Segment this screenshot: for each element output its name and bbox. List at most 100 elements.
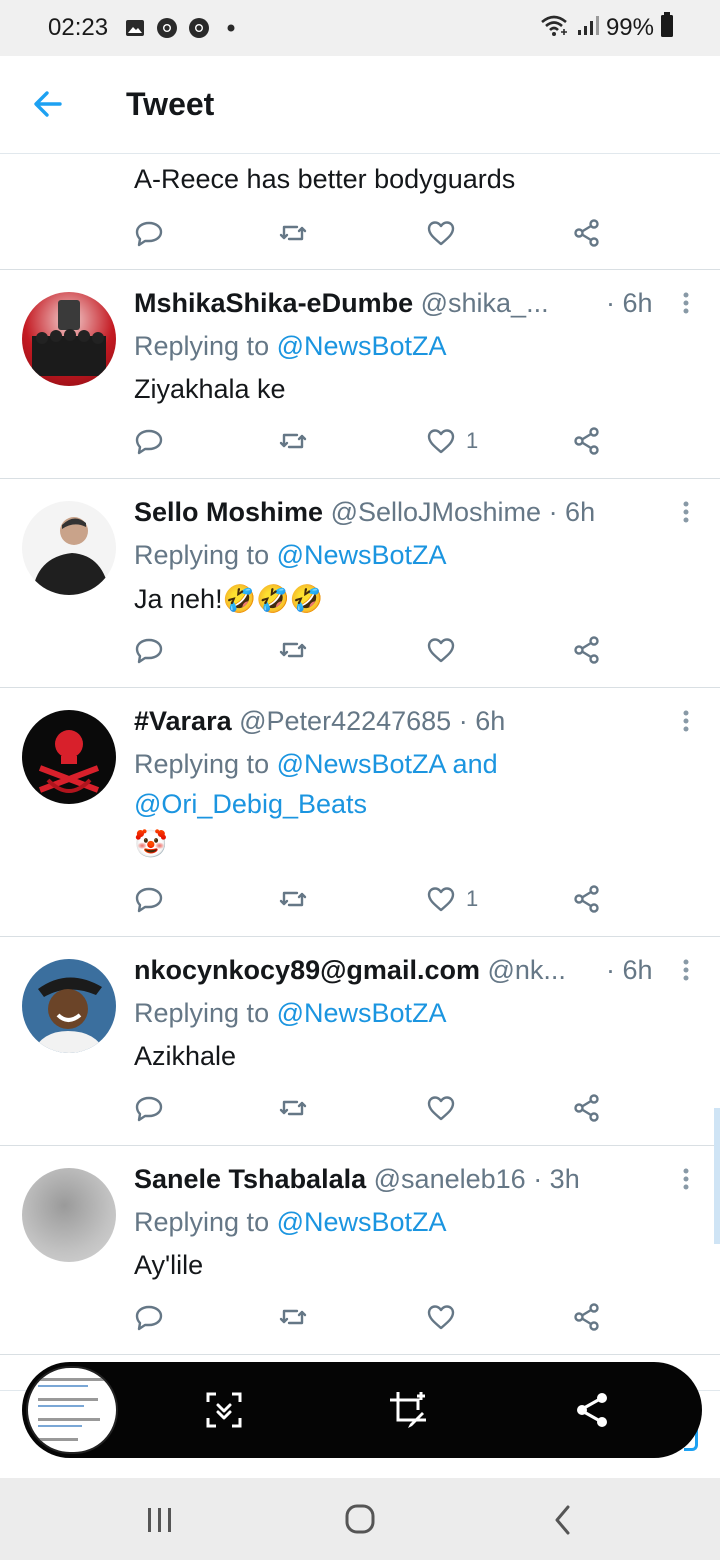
avatar[interactable] [22, 1168, 116, 1262]
reply-button[interactable] [134, 218, 164, 248]
author-handle[interactable]: @shika_... [421, 288, 549, 318]
back-arrow-icon[interactable] [30, 86, 66, 122]
gallery-icon [124, 17, 146, 39]
tweet-actions [134, 635, 614, 671]
reply-icon [135, 429, 163, 455]
tweet-actions [134, 218, 614, 254]
signal-icon [576, 13, 600, 44]
share-icon [574, 1303, 599, 1331]
reply-icon [135, 638, 163, 664]
system-nav-bar [0, 1478, 720, 1560]
replying-prefix: Replying to [134, 331, 277, 361]
author-name[interactable]: #Varara [134, 706, 232, 736]
author-handle[interactable]: @saneleb16 [374, 1164, 526, 1194]
heart-icon [427, 221, 455, 246]
reply-button[interactable] [134, 884, 164, 914]
recent-apps-button[interactable] [140, 1502, 180, 1538]
retweet-button[interactable] [278, 218, 308, 248]
retweet-icon [279, 1309, 307, 1325]
mention-link[interactable]: @NewsBotZA [277, 1207, 447, 1237]
status-bar: 02:23 99% [0, 0, 720, 56]
like-button[interactable]: 1 [426, 884, 478, 914]
scrollbar[interactable] [714, 1108, 720, 1244]
screenshot-thumbnail[interactable] [26, 1366, 118, 1454]
retweet-button[interactable] [278, 426, 308, 456]
share-icon [574, 427, 599, 455]
home-button[interactable] [340, 1502, 380, 1538]
reply-button[interactable] [134, 1093, 164, 1123]
more-options-icon[interactable] [680, 499, 692, 529]
tweet-actions [134, 1302, 614, 1338]
replying-to: Replying to @NewsBotZA and [134, 744, 498, 784]
back-button[interactable] [544, 1502, 584, 1538]
tweet-time: · 6h [606, 955, 653, 985]
retweet-button[interactable] [278, 1093, 308, 1123]
share-button[interactable] [572, 426, 602, 456]
tweet-item[interactable]: nkocynkocy89@gmail.com @nk... · 6h Reply… [0, 937, 720, 1146]
like-button[interactable] [426, 1093, 456, 1123]
reply-button[interactable] [134, 426, 164, 456]
tweet-actions: 1 [134, 884, 614, 920]
tweet-author-line: Sello Moshime @SelloJMoshime · 6h [134, 497, 595, 528]
dot-icon [220, 17, 242, 39]
share-button[interactable] [572, 1093, 602, 1123]
more-options-icon[interactable] [680, 957, 692, 987]
mention-link[interactable]: @NewsBotZA and [277, 749, 498, 779]
replying-to: Replying to @NewsBotZA [134, 1202, 447, 1242]
mention-link[interactable]: @NewsBotZA [277, 998, 447, 1028]
like-button[interactable]: 1 [426, 426, 478, 456]
retweet-button[interactable] [278, 1302, 308, 1332]
share-button[interactable] [572, 635, 602, 665]
retweet-button[interactable] [278, 884, 308, 914]
reply-icon [135, 887, 163, 913]
avatar[interactable] [22, 501, 116, 595]
more-options-icon[interactable] [680, 290, 692, 320]
reply-button[interactable] [134, 1302, 164, 1332]
share-icon [574, 636, 599, 664]
author-handle[interactable]: @SelloJMoshime [331, 497, 541, 527]
author-name[interactable]: MshikaShika-eDumbe [134, 288, 413, 318]
replying-prefix: Replying to [134, 1207, 277, 1237]
like-button[interactable] [426, 635, 456, 665]
crop-edit-button[interactable] [388, 1390, 428, 1430]
more-options-icon[interactable] [680, 708, 692, 738]
avatar[interactable] [22, 710, 116, 804]
avatar[interactable] [22, 292, 116, 386]
tweet-feed[interactable]: A-Reece has better bodyguards MshikaShik… [0, 154, 720, 1355]
avatar[interactable] [22, 959, 116, 1053]
tweet-item[interactable]: #Varara @Peter42247685 · 6h Replying to … [0, 688, 720, 937]
share-screenshot-button[interactable] [572, 1390, 612, 1430]
more-options-icon[interactable] [680, 1166, 692, 1196]
mention-link[interactable]: @NewsBotZA [277, 331, 447, 361]
author-handle[interactable]: @Peter42247685 [239, 706, 451, 736]
share-icon [577, 1393, 607, 1427]
like-button[interactable] [426, 1302, 456, 1332]
tweet-item[interactable]: Sanele Tshabalala @saneleb16 · 3h Replyi… [0, 1146, 720, 1355]
tweet-text: Azikhale [134, 1041, 237, 1071]
like-button[interactable] [426, 218, 456, 248]
scroll-capture-icon [206, 1392, 242, 1428]
share-button[interactable] [572, 1302, 602, 1332]
share-button[interactable] [572, 884, 602, 914]
tweet-item[interactable]: MshikaShika-eDumbe @shika_... · 6h Reply… [0, 270, 720, 479]
retweet-icon [279, 225, 307, 241]
author-handle[interactable]: @nk... [487, 955, 565, 985]
author-name[interactable]: Sanele Tshabalala [134, 1164, 366, 1194]
heart-icon [427, 887, 455, 912]
scroll-capture-button[interactable] [204, 1390, 244, 1430]
retweet-button[interactable] [278, 635, 308, 665]
tweet-time: · 6h [548, 497, 596, 527]
reply-button[interactable] [134, 635, 164, 665]
tweet-item[interactable]: A-Reece has better bodyguards [0, 154, 720, 270]
tweet-text: 🤡 [134, 829, 168, 859]
share-icon [574, 1094, 599, 1122]
mention-link[interactable]: @NewsBotZA [277, 540, 447, 570]
mention-link[interactable]: @Ori_Debig_Beats [134, 789, 367, 819]
screenshot-toolbar [22, 1362, 702, 1458]
author-name[interactable]: Sello Moshime [134, 497, 323, 527]
like-count: 1 [466, 886, 479, 911]
share-button[interactable] [572, 218, 602, 248]
author-name[interactable]: nkocynkocy89@gmail.com [134, 955, 480, 985]
back-icon [555, 1505, 570, 1535]
tweet-item[interactable]: Sello Moshime @SelloJMoshime · 6h Replyi… [0, 479, 720, 688]
